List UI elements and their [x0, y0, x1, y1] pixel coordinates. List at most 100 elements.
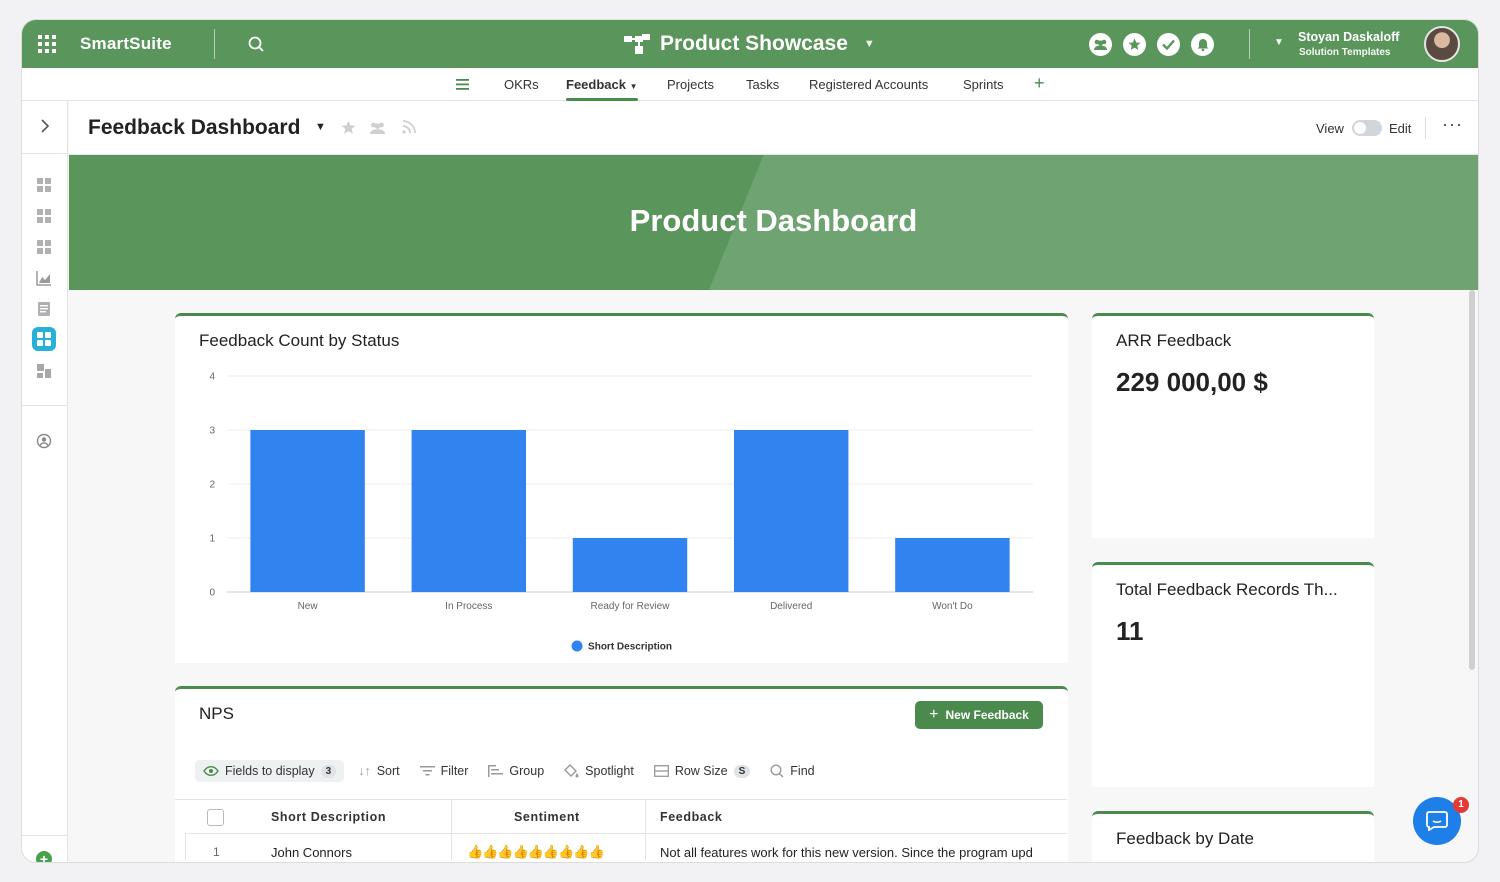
workspace-logo-icon — [624, 34, 650, 54]
search-icon[interactable] — [248, 36, 264, 52]
select-all-checkbox[interactable] — [207, 809, 224, 826]
grid-view-icon[interactable] — [36, 177, 52, 193]
spotlight-label: Spotlight — [585, 764, 634, 778]
members-icon[interactable] — [1089, 33, 1112, 56]
share-users-icon[interactable] — [369, 120, 386, 135]
column-divider[interactable] — [451, 800, 452, 860]
avatar[interactable] — [1424, 26, 1460, 62]
find-button[interactable]: Find — [770, 764, 815, 778]
vertical-scrollbar[interactable] — [1469, 290, 1475, 670]
grid-view-icon[interactable] — [36, 208, 52, 224]
arr-feedback-widget: ARR Feedback 229 000,00 $ — [1092, 313, 1374, 538]
group-icon — [488, 765, 504, 777]
spotlight-button[interactable]: Spotlight — [564, 764, 634, 778]
add-tab-icon[interactable]: + — [1034, 73, 1045, 94]
widget-title: Total Feedback Records Th... — [1116, 580, 1338, 599]
new-feedback-label: New Feedback — [945, 708, 1029, 722]
row-size-badge: S — [733, 764, 751, 778]
view-mode-label: View — [1316, 121, 1344, 136]
column-header-sentiment[interactable]: Sentiment — [514, 800, 580, 833]
paint-bucket-icon — [564, 764, 579, 778]
y-tick-label: 1 — [209, 534, 215, 545]
new-feedback-button[interactable]: + New Feedback — [915, 701, 1043, 729]
star-icon[interactable] — [341, 120, 356, 135]
filter-button[interactable]: Filter — [419, 764, 469, 778]
total-feedback-widget: Total Feedback Records Th... 11 — [1092, 562, 1374, 787]
fields-to-display-button[interactable]: Fields to display 3 — [195, 760, 345, 782]
divider — [1425, 117, 1426, 139]
y-tick-label: 2 — [209, 480, 215, 491]
bar — [250, 430, 365, 592]
chevron-down-icon[interactable]: ▼ — [315, 121, 326, 133]
menu-icon[interactable] — [456, 79, 469, 90]
sort-icon: ↓↑ — [358, 764, 371, 778]
tab-tasks[interactable]: Tasks — [746, 77, 779, 92]
expand-chevron-icon[interactable] — [37, 118, 53, 134]
column-header-short-description[interactable]: Short Description — [271, 800, 386, 833]
rss-feed-icon[interactable] — [402, 120, 416, 134]
tab-sprints[interactable]: Sprints — [963, 77, 1003, 92]
sort-button[interactable]: ↓↑ Sort — [358, 764, 399, 778]
sentiment-rating[interactable]: 👍👍👍👍👍👍👍👍👍 — [467, 844, 605, 860]
brand-logo[interactable]: SmartSuite — [80, 34, 172, 54]
tasks-check-icon[interactable] — [1157, 33, 1180, 56]
tab-okrs[interactable]: OKRs — [504, 77, 539, 92]
view-edit-toggle[interactable] — [1352, 120, 1382, 136]
x-tick-label: In Process — [445, 601, 492, 612]
chat-unread-badge: 1 — [1453, 797, 1469, 813]
user-circle-icon[interactable] — [36, 433, 52, 449]
chart-view-icon[interactable] — [36, 270, 52, 286]
row-divider — [185, 833, 1067, 834]
table-toolbar: Fields to display 3 ↓↑ Sort Filter Group… — [195, 758, 835, 784]
apps-grid-icon[interactable] — [38, 35, 56, 53]
divider — [22, 153, 68, 154]
tab-feedback[interactable]: Feedback ▼ — [566, 77, 638, 92]
bar-chart: 0 1 2 3 4 New In Process Ready for Review Delive… — [209, 372, 1033, 653]
top-bar: SmartSuite Product Showcase ▼ ▼ Stoyan D… — [22, 20, 1478, 68]
x-tick-label: Ready for Review — [591, 601, 671, 612]
column-divider[interactable] — [645, 800, 646, 860]
nps-table: Short Description Sentiment Feedback 1 J… — [175, 799, 1067, 860]
chat-icon — [1426, 811, 1448, 831]
more-options-icon[interactable]: ··· — [1442, 114, 1463, 135]
page-title[interactable]: Feedback Dashboard — [88, 116, 300, 140]
chevron-down-icon: ▼ — [863, 38, 875, 50]
workspace-title: Product Showcase — [660, 32, 848, 55]
document-view-icon[interactable] — [36, 301, 52, 317]
workspace-switcher[interactable]: Product Showcase ▼ — [624, 31, 875, 57]
banner-title: Product Dashboard — [629, 203, 918, 238]
feedback-cell[interactable]: Not all features work for this new versi… — [660, 845, 1033, 860]
legend-label: Short Description — [588, 642, 672, 653]
grid-view-icon[interactable] — [36, 239, 52, 255]
chevron-down-icon[interactable]: ▼ — [1274, 37, 1284, 48]
total-value: 11 — [1116, 616, 1144, 646]
eye-icon — [203, 766, 219, 776]
row-size-button[interactable]: Row Size S — [653, 764, 751, 778]
find-label: Find — [790, 764, 815, 778]
bar — [895, 538, 1010, 592]
user-name[interactable]: Stoyan Daskaloff — [1298, 30, 1399, 44]
feedback-by-date-widget: Feedback by Date — [1092, 811, 1374, 862]
layout-view-icon[interactable] — [36, 363, 52, 379]
group-button[interactable]: Group — [488, 764, 544, 778]
favorites-icon[interactable] — [1123, 33, 1146, 56]
tab-projects[interactable]: Projects — [667, 77, 714, 92]
dashboard-view-icon[interactable] — [32, 327, 56, 351]
x-tick-label: Delivered — [770, 601, 812, 612]
search-icon — [770, 764, 784, 778]
column-header-feedback[interactable]: Feedback — [660, 800, 722, 833]
tab-registered-accounts[interactable]: Registered Accounts — [809, 77, 928, 92]
short-description-cell[interactable]: John Connors — [271, 845, 352, 860]
sort-label: Sort — [376, 764, 400, 778]
legend-marker — [571, 640, 583, 652]
filter-label: Filter — [440, 764, 469, 778]
row-number: 1 — [213, 845, 220, 859]
row-border — [185, 833, 186, 860]
bar — [733, 430, 849, 592]
group-label: Group — [509, 764, 545, 778]
y-tick-label: 4 — [209, 372, 215, 383]
feedback-chart-widget: Feedback Count by Status 0 1 2 3 4 New In Proc… — [175, 313, 1068, 663]
notifications-bell-icon[interactable] — [1191, 33, 1214, 56]
nps-table-widget: NPS + New Feedback Fields to display 3 ↓… — [175, 686, 1068, 862]
add-view-icon[interactable]: + — [36, 851, 52, 862]
